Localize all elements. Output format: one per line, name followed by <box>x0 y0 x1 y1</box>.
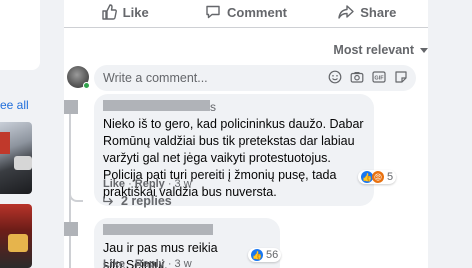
emoji-icon[interactable] <box>328 70 342 84</box>
comment-like-link[interactable]: Like <box>103 178 125 190</box>
comment-like-link[interactable]: Like <box>103 258 125 268</box>
comment-meta: Like · Reply · 3 w <box>103 178 192 190</box>
view-replies-button[interactable]: 2 replies <box>102 194 172 208</box>
sidebar-thumbnail[interactable] <box>0 122 32 194</box>
online-status-dot <box>83 82 90 89</box>
post-card: Like Comment Share Most relevant GIF s N… <box>64 0 428 268</box>
thread-connector <box>69 190 83 202</box>
replies-label: 2 replies <box>121 194 172 208</box>
post-actions-bar: Like Comment Share <box>64 0 428 25</box>
commenter-avatar[interactable] <box>64 222 78 236</box>
svg-text:GIF: GIF <box>374 76 384 82</box>
like-button[interactable]: Like <box>64 0 185 25</box>
reply-arrow-icon <box>103 195 113 205</box>
comment-reply-link[interactable]: Reply <box>135 178 165 190</box>
see-all-link[interactable]: ee all <box>0 98 29 112</box>
comment-timestamp[interactable]: 3 w <box>175 258 192 268</box>
angry-reaction-icon: 😡 <box>372 171 384 183</box>
reaction-summary[interactable]: 👍 56 <box>248 248 282 262</box>
author-name[interactable] <box>103 224 213 235</box>
comment-meta: Like · Reply · 3 w <box>103 258 192 268</box>
thread-line <box>69 100 71 268</box>
sort-dropdown[interactable]: Most relevant <box>333 43 428 57</box>
share-button[interactable]: Share <box>307 0 428 25</box>
commenter-avatar[interactable] <box>64 100 78 114</box>
reaction-count: 5 <box>387 171 394 183</box>
reaction-count: 56 <box>266 249 279 261</box>
comment-input[interactable] <box>103 71 323 85</box>
sticker-icon[interactable] <box>394 70 408 84</box>
author-name-suffix: s <box>210 100 216 114</box>
caret-down-icon <box>420 47 428 53</box>
share-label: Share <box>360 4 397 20</box>
comment-icon <box>206 5 220 19</box>
composer-tools: GIF <box>328 70 408 84</box>
comment-timestamp[interactable]: 3 w <box>175 178 192 190</box>
comment-button[interactable]: Comment <box>185 0 306 25</box>
thumbs-up-icon <box>101 4 117 20</box>
divider <box>64 27 428 28</box>
like-label: Like <box>122 4 149 20</box>
comment-label: Comment <box>227 4 287 20</box>
comment-reply-link[interactable]: Reply <box>135 258 165 268</box>
comment-composer[interactable]: GIF <box>94 65 416 91</box>
like-reaction-icon: 👍 <box>251 249 263 261</box>
share-icon <box>338 5 354 19</box>
sidebar-thumbnail[interactable] <box>0 204 32 268</box>
gif-icon[interactable]: GIF <box>372 70 386 84</box>
sort-label: Most relevant <box>333 43 414 57</box>
reaction-summary[interactable]: 👍 😡 5 <box>358 170 397 184</box>
camera-icon[interactable] <box>350 70 364 84</box>
author-name[interactable] <box>103 100 210 111</box>
sidebar-card <box>0 0 40 70</box>
